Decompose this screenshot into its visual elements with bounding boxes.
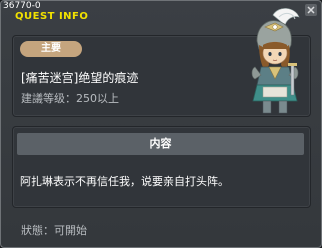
window-title: QUEST INFO <box>15 11 89 22</box>
quest-type-badge: 主要 <box>20 41 82 57</box>
quest-content-panel: 内容 <box>12 126 311 208</box>
content-header: 内容 <box>17 133 304 155</box>
required-level: 建議等级：250以上 <box>21 92 119 105</box>
quest-name: [痛苦迷宫]绝望的痕迹 <box>21 71 139 85</box>
status-value: 可開始 <box>54 224 87 237</box>
quest-info-window: 36770-0 QUEST INFO 主要 [痛苦迷宫]绝望的痕迹 建議等级：2… <box>0 0 322 248</box>
quest-description: 阿扎琳表示不再信任我，说要亲自打头阵。 <box>20 175 229 188</box>
quest-status: 狀態：可開始 <box>21 222 87 238</box>
npc-portrait-icon <box>251 8 300 114</box>
quest-id: 36770-0 <box>3 1 41 11</box>
status-label: 狀態： <box>21 224 54 237</box>
